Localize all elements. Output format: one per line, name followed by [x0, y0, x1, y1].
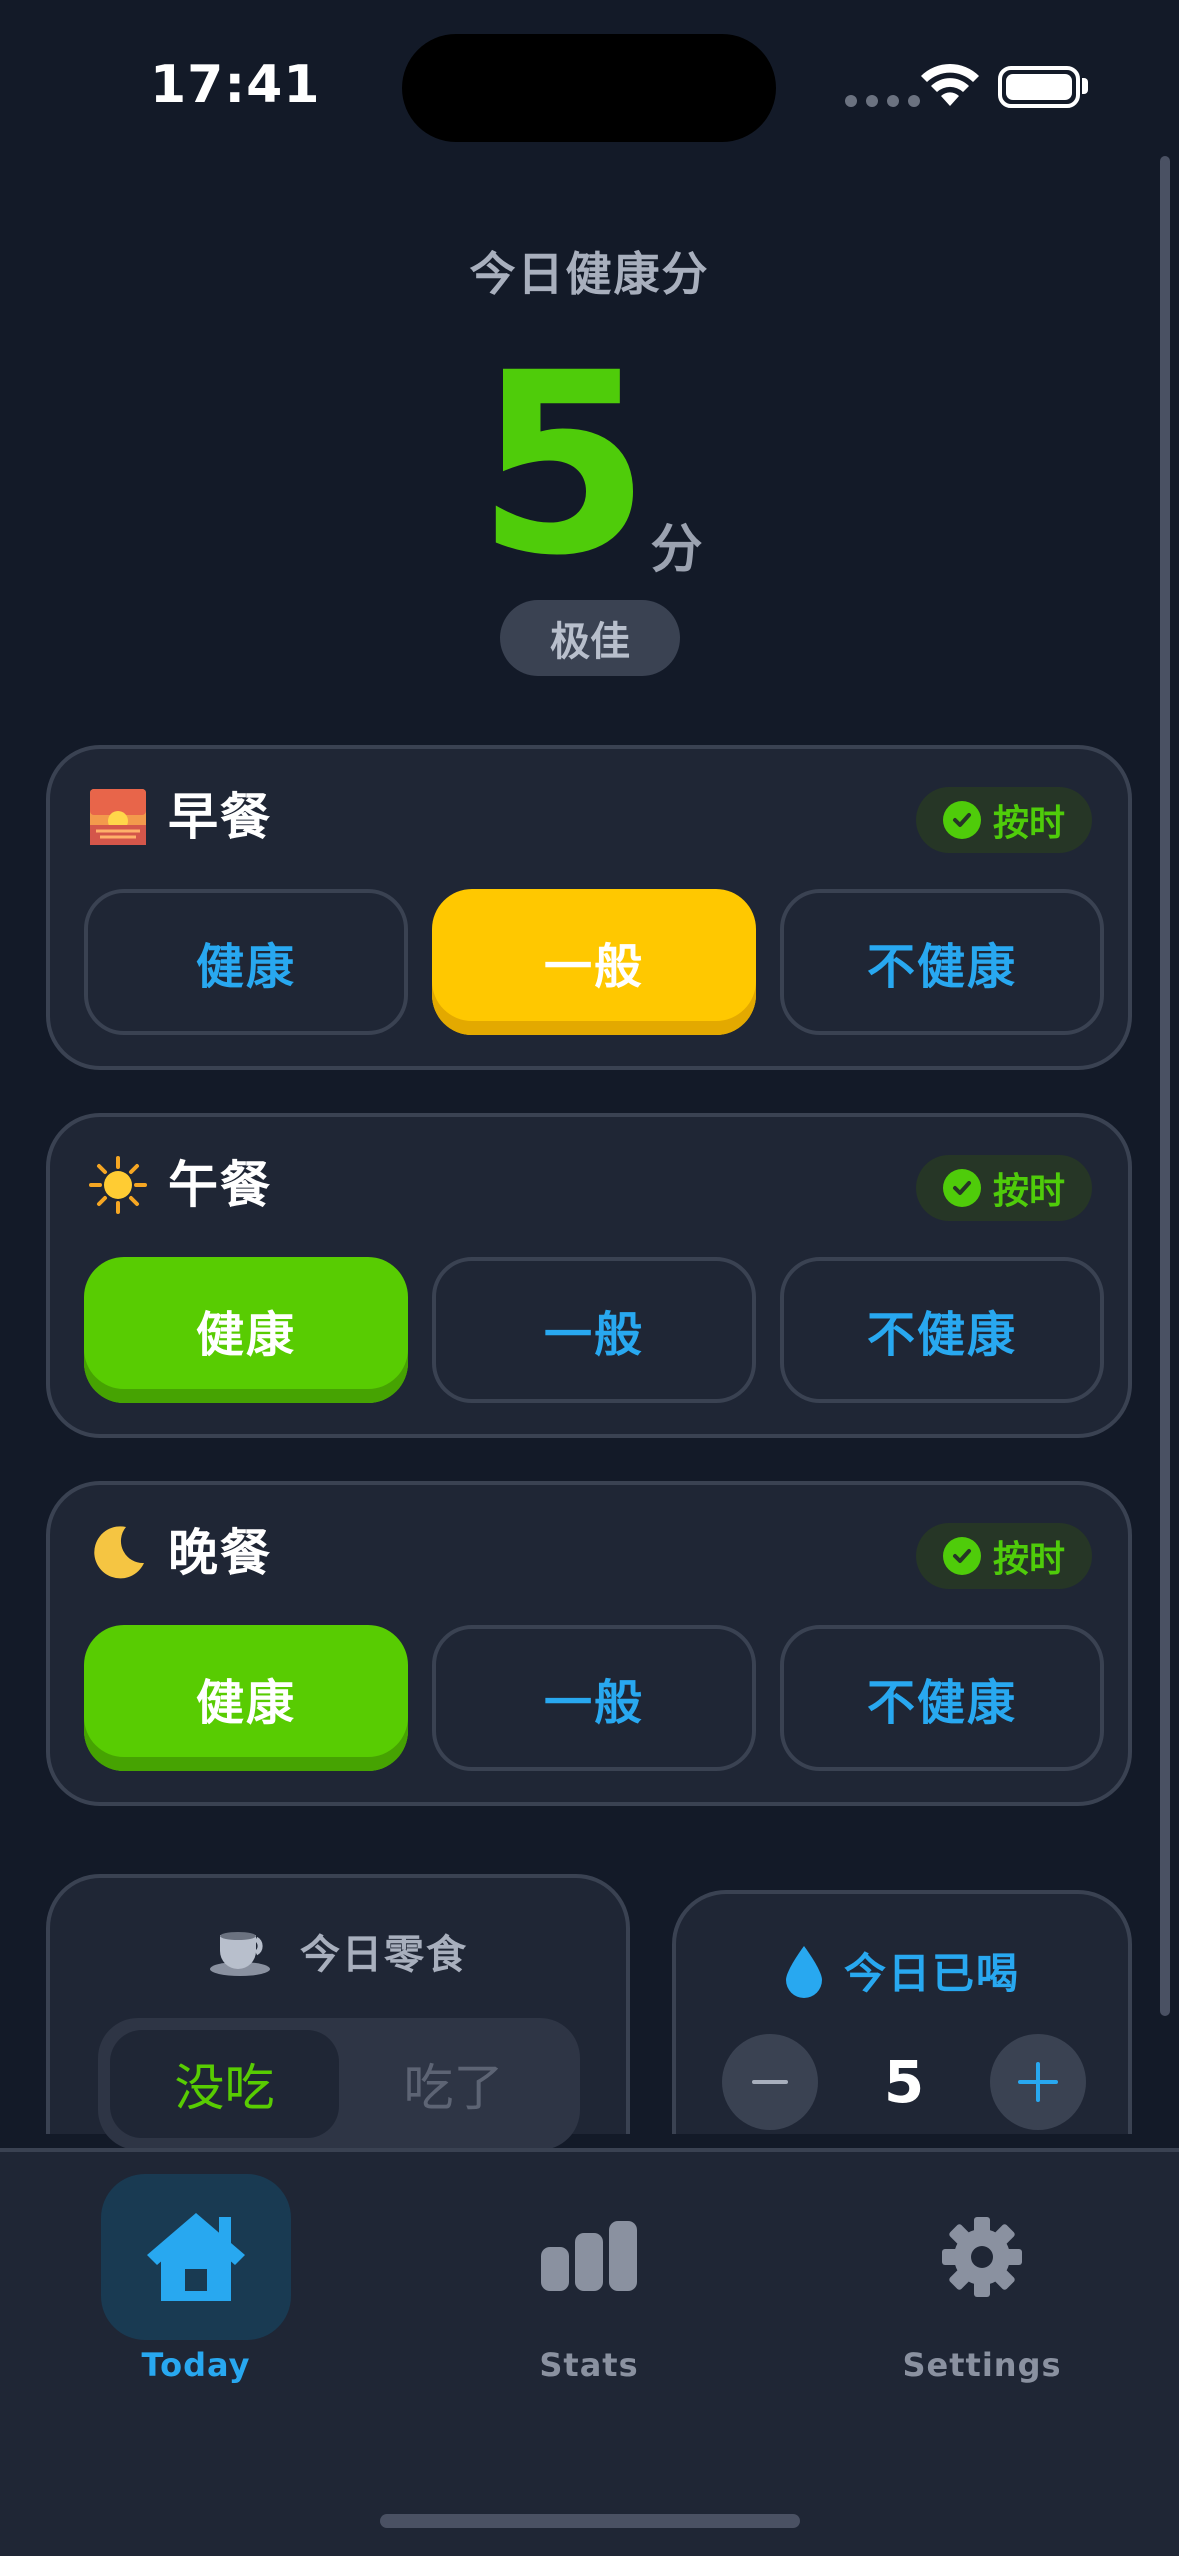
battery-icon [998, 66, 1080, 108]
home-indicator [380, 2514, 800, 2528]
snack-segmented-control: 没吃 吃了 [98, 2018, 580, 2150]
option-unhealthy-button[interactable]: 不健康 [780, 1257, 1104, 1403]
wifi-icon [921, 63, 979, 106]
home-icon [147, 2213, 245, 2301]
water-title: 今日已喝 [843, 1949, 1020, 1998]
ontime-label: 按时 [992, 1539, 1065, 1580]
meal-card-dinner: 晚餐 按时 健康 一般 不健康 [46, 1481, 1132, 1806]
ontime-label: 按时 [992, 1171, 1065, 1212]
option-average-button[interactable]: 一般 [432, 889, 756, 1035]
sun-icon [88, 1155, 148, 1215]
ontime-label: 按时 [992, 803, 1065, 844]
snack-option-yes[interactable]: 吃了 [339, 2030, 568, 2138]
snack-card: 今日零食 没吃 吃了 [46, 1874, 630, 2150]
water-increment-button[interactable] [989, 2034, 1086, 2130]
cup-icon [210, 1932, 270, 1976]
score-rating-badge: 极佳 [500, 600, 680, 676]
check-icon [942, 801, 981, 839]
option-healthy-button[interactable]: 健康 [84, 1257, 408, 1403]
gear-icon [942, 2217, 1022, 2297]
tab-stats[interactable]: Stats [459, 2174, 719, 2384]
bar-chart-icon [541, 2221, 637, 2291]
drop-icon [785, 1945, 822, 1998]
option-unhealthy-button[interactable]: 不健康 [780, 1625, 1104, 1771]
score-title: 今日健康分 [469, 247, 710, 301]
ontime-badge: 按时 [916, 1523, 1092, 1589]
water-count: 5 [883, 2048, 925, 2116]
snack-title: 今日零食 [300, 1932, 468, 1978]
moon-icon [88, 1523, 148, 1583]
plus-icon [1017, 2062, 1058, 2102]
ontime-badge: 按时 [916, 787, 1092, 853]
check-icon [942, 1537, 981, 1575]
tab-settings[interactable]: Settings [852, 2174, 1112, 2384]
option-healthy-button[interactable]: 健康 [84, 1625, 408, 1771]
meal-name: 午餐 [168, 1156, 272, 1214]
meal-name: 早餐 [168, 788, 272, 846]
option-unhealthy-button[interactable]: 不健康 [780, 889, 1104, 1035]
meal-name: 晚餐 [168, 1524, 272, 1582]
cellular-signal-icon [845, 95, 920, 107]
snack-option-no[interactable]: 没吃 [110, 2030, 339, 2138]
tab-label: Settings [902, 2346, 1062, 2384]
option-average-button[interactable]: 一般 [432, 1625, 756, 1771]
meal-card-breakfast: 早餐 按时 健康 一般 不健康 [46, 745, 1132, 1070]
sunrise-icon [88, 787, 148, 847]
meal-card-lunch: 午餐 按时 健康 一般 不健康 [46, 1113, 1132, 1438]
score-display: 5 分 [0, 340, 1179, 590]
water-decrement-button[interactable] [722, 2034, 818, 2130]
score-value: 5 [476, 319, 651, 610]
ontime-badge: 按时 [916, 1155, 1092, 1221]
dynamic-island [402, 34, 776, 142]
option-average-button[interactable]: 一般 [432, 1257, 756, 1403]
tab-label: Stats [539, 2346, 639, 2384]
option-healthy-button[interactable]: 健康 [84, 889, 408, 1035]
tab-bar: Today Stats Settings [0, 2148, 1179, 2556]
battery-tip [1082, 78, 1088, 94]
minus-icon [752, 2080, 788, 2084]
check-icon [942, 1169, 981, 1207]
tab-today[interactable]: Today [66, 2174, 326, 2384]
status-time: 17:41 [150, 55, 321, 115]
water-card: 今日已喝 5 [672, 1890, 1132, 2134]
tab-label: Today [141, 2346, 251, 2384]
score-unit: 分 [650, 520, 703, 580]
